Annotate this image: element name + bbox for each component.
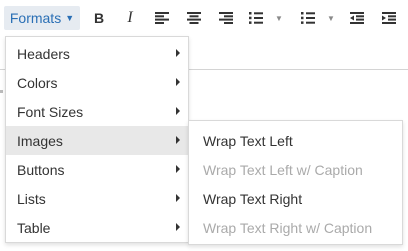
submenu-item-wrap-text-right-caption[interactable]: Wrap Text Right w/ Caption bbox=[189, 213, 402, 242]
menu-item-table[interactable]: Table bbox=[6, 213, 188, 242]
editor-toolbar: Formats ▼ B I ▼ ▼ bbox=[0, 0, 408, 37]
submenu-item-wrap-text-left-caption[interactable]: Wrap Text Left w/ Caption bbox=[189, 155, 402, 184]
chevron-right-icon bbox=[176, 107, 180, 115]
numbered-list-button[interactable]: ▼ bbox=[301, 6, 341, 30]
indent-icon[interactable] bbox=[380, 6, 398, 30]
menu-item-font-sizes[interactable]: Font Sizes bbox=[6, 97, 188, 126]
menu-item-headers[interactable]: Headers bbox=[6, 39, 188, 68]
submenu-item-label: Wrap Text Left w/ Caption bbox=[203, 161, 363, 178]
chevron-right-icon bbox=[176, 49, 180, 57]
menu-item-label: Font Sizes bbox=[17, 103, 84, 120]
menu-item-label: Lists bbox=[17, 190, 46, 207]
menu-item-label: Images bbox=[17, 132, 63, 149]
formats-menu: Headers Colors Font Sizes Images Buttons… bbox=[5, 36, 189, 243]
submenu-item-label: Wrap Text Right w/ Caption bbox=[203, 219, 373, 236]
italic-button[interactable]: I bbox=[121, 6, 139, 30]
numbered-list-icon bbox=[301, 12, 315, 24]
formats-label: Formats bbox=[9, 10, 62, 26]
formats-dropdown-button[interactable]: Formats ▼ bbox=[4, 6, 80, 30]
caret-down-icon: ▼ bbox=[65, 13, 75, 23]
menu-item-colors[interactable]: Colors bbox=[6, 68, 188, 97]
align-right-icon[interactable] bbox=[217, 6, 235, 30]
submenu-item-label: Wrap Text Right bbox=[203, 190, 303, 207]
bullet-list-icon bbox=[249, 12, 263, 24]
menu-item-label: Table bbox=[17, 219, 51, 236]
bold-button[interactable]: B bbox=[90, 6, 108, 30]
bullet-list-button[interactable]: ▼ bbox=[249, 6, 289, 30]
chevron-right-icon bbox=[176, 223, 180, 231]
submenu-item-label: Wrap Text Left bbox=[203, 132, 293, 149]
caret-down-icon: ▼ bbox=[275, 13, 283, 23]
editor-content-area[interactable] bbox=[0, 90, 3, 93]
chevron-right-icon bbox=[176, 136, 180, 144]
menu-item-buttons[interactable]: Buttons bbox=[6, 155, 188, 184]
menu-item-label: Headers bbox=[17, 45, 70, 62]
outdent-icon[interactable] bbox=[348, 6, 366, 30]
menu-item-label: Buttons bbox=[17, 161, 65, 178]
chevron-right-icon bbox=[176, 165, 180, 173]
menu-item-lists[interactable]: Lists bbox=[6, 184, 188, 213]
chevron-right-icon bbox=[176, 78, 180, 86]
caret-down-icon: ▼ bbox=[327, 13, 335, 23]
menu-item-images[interactable]: Images bbox=[6, 126, 188, 155]
align-center-icon[interactable] bbox=[185, 6, 203, 30]
images-submenu: Wrap Text Left Wrap Text Left w/ Caption… bbox=[188, 120, 403, 245]
chevron-right-icon bbox=[176, 194, 180, 202]
align-left-icon[interactable] bbox=[153, 6, 171, 30]
submenu-item-wrap-text-left[interactable]: Wrap Text Left bbox=[189, 126, 402, 155]
menu-item-label: Colors bbox=[17, 74, 58, 91]
submenu-item-wrap-text-right[interactable]: Wrap Text Right bbox=[189, 184, 402, 213]
